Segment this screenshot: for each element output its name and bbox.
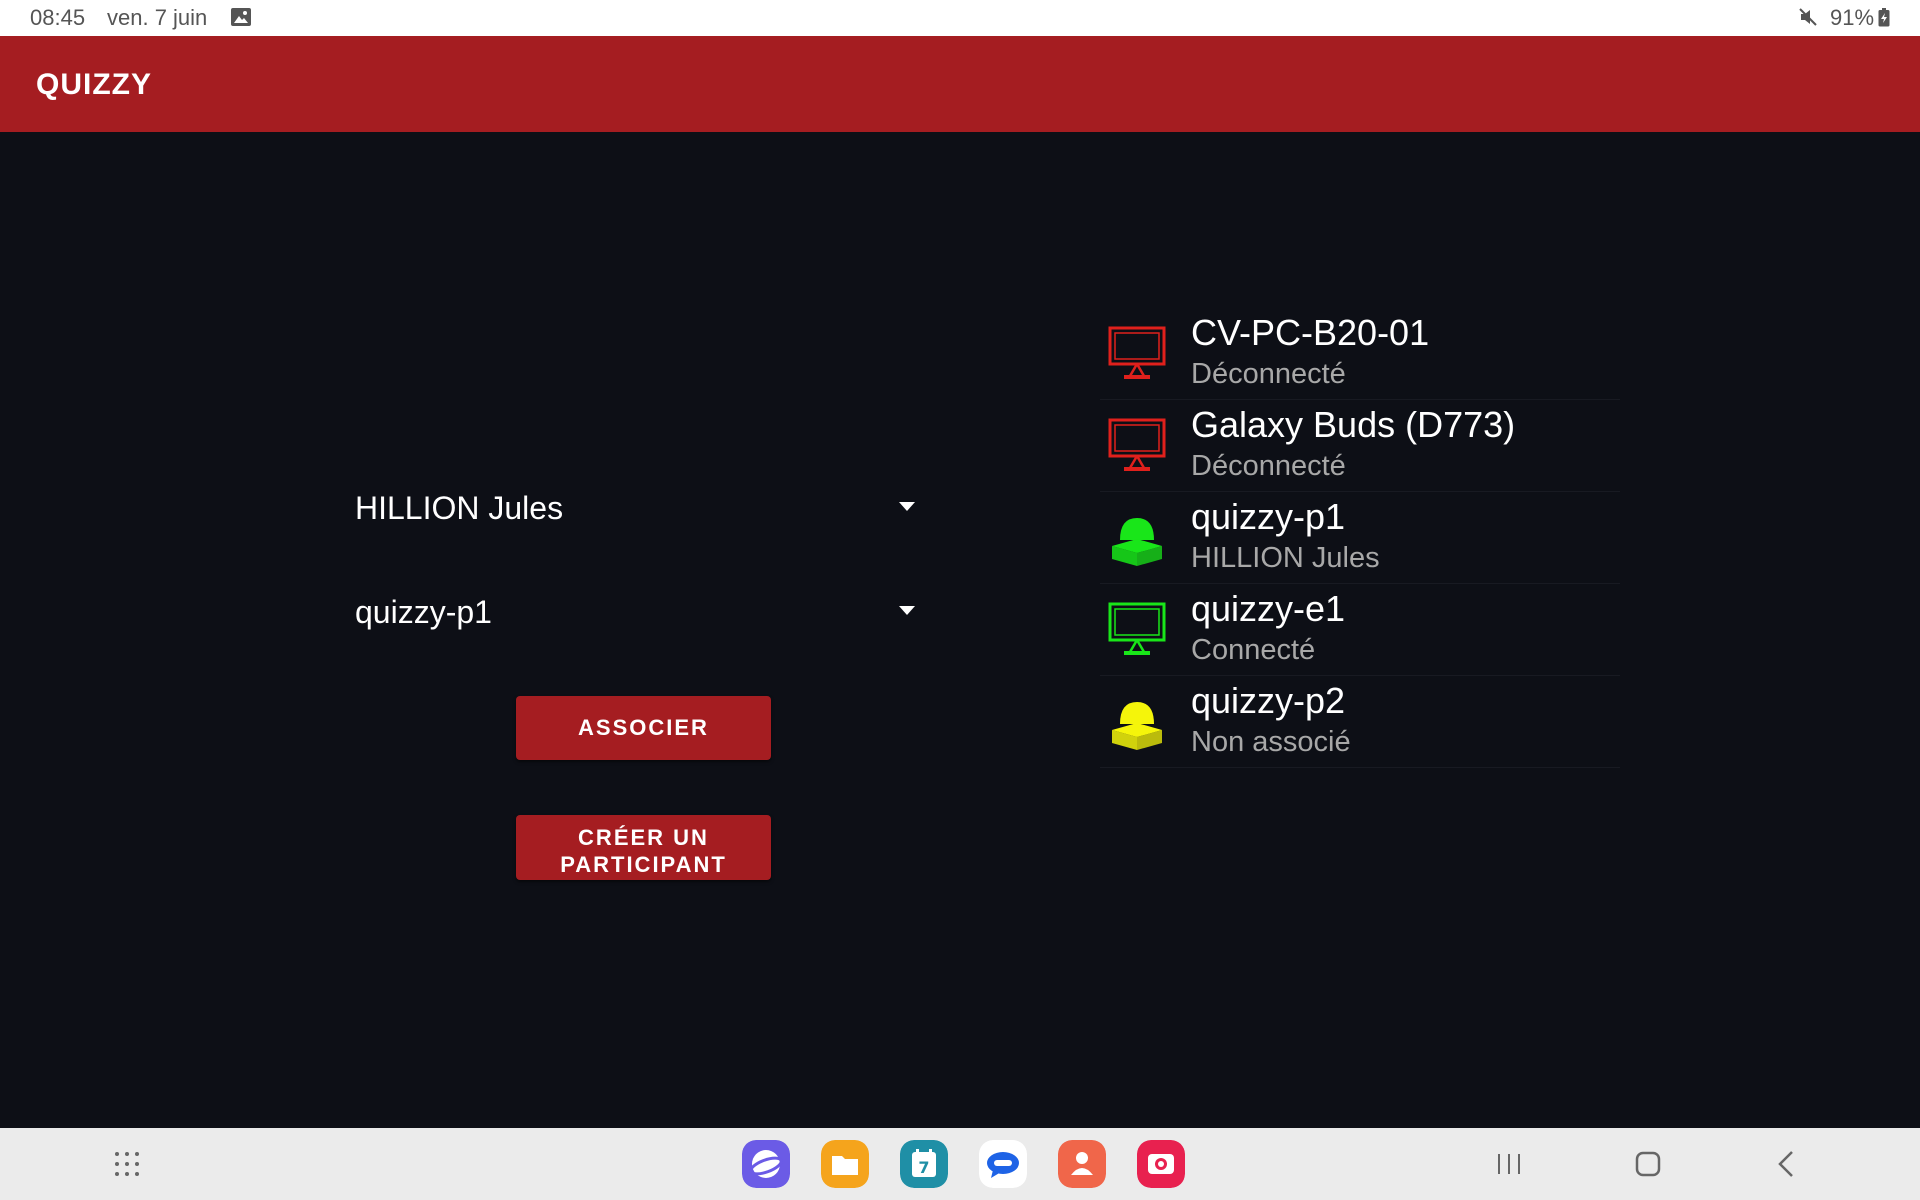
participant-select-value: HILLION Jules [355,490,564,526]
device-item[interactable]: quizzy-p1 HILLION Jules [1100,492,1620,584]
status-bar: 08:45 ven. 7 juin 91% [0,0,1920,36]
contacts-app-icon[interactable] [1058,1140,1106,1188]
recent-apps-icon[interactable] [1496,1152,1522,1176]
messages-app-icon[interactable] [979,1140,1027,1188]
device-item[interactable]: quizzy-p2 Non associé [1100,676,1620,768]
device-status: HILLION Jules [1191,542,1380,574]
battery-percentage: 91% [1830,5,1875,30]
associate-button[interactable]: ASSOCIER [516,696,771,760]
buzzer-icon [1112,518,1162,566]
device-select-value: quizzy-p1 [355,594,492,630]
create-participant-button[interactable]: CRÉER UN PARTICIPANT [516,815,771,880]
app-drawer-icon[interactable] [113,1150,141,1178]
status-date: ven. 7 juin [107,5,208,30]
mute-icon [1799,8,1817,26]
dropdown-caret-icon [899,502,915,511]
device-name: quizzy-e1 [1191,588,1346,629]
device-list: CV-PC-B20-01 Déconnecté Galaxy Buds (D773)… [1100,308,1620,768]
home-icon[interactable] [1635,1151,1661,1177]
files-app-icon[interactable] [821,1140,869,1188]
buzzer-icon [1112,702,1162,750]
back-icon[interactable] [1776,1150,1796,1178]
device-name: CV-PC-B20-01 [1191,312,1430,353]
device-item[interactable]: Galaxy Buds (D773) Déconnecté [1100,400,1620,492]
monitor-icon [1108,326,1166,379]
monitor-icon [1108,418,1166,471]
navigation-bar: 7 [0,1128,1920,1200]
calendar-day: 7 [918,1158,929,1177]
battery-icon [1878,8,1890,27]
device-name: Galaxy Buds (D773) [1191,404,1516,445]
device-status: Connecté [1191,634,1316,666]
device-select[interactable]: quizzy-p1 [355,582,915,642]
device-status: Déconnecté [1191,358,1346,390]
calendar-app-icon[interactable]: 7 [900,1140,948,1188]
monitor-icon [1108,602,1166,655]
camera-app-icon[interactable] [1137,1140,1185,1188]
participant-select[interactable]: HILLION Jules [355,478,915,538]
device-item[interactable]: quizzy-e1 Connecté [1100,584,1620,676]
device-name: quizzy-p1 [1191,496,1346,537]
image-notification-icon [231,8,251,26]
dropdown-caret-icon [899,606,915,615]
internet-app-icon[interactable] [742,1140,790,1188]
device-name: quizzy-p2 [1191,680,1346,721]
device-item[interactable]: CV-PC-B20-01 Déconnecté [1100,308,1620,400]
status-time: 08:45 [30,5,86,30]
app-bar: QUIZZY [0,36,1920,132]
device-status: Déconnecté [1191,450,1346,482]
app-title: QUIZZY [36,68,152,101]
device-status: Non associé [1191,726,1351,758]
